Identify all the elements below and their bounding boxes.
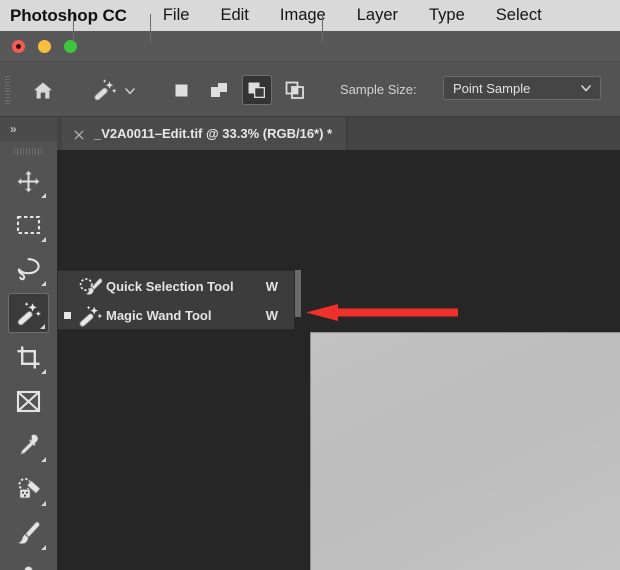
- minimize-button[interactable]: [38, 40, 51, 53]
- flyout-indicator: [40, 324, 45, 329]
- document-tab-bar: _V2A0011–Edit.tif @ 33.3% (RGB/16*) *: [0, 117, 620, 150]
- lasso-icon: [17, 258, 40, 281]
- tool-rail-grip[interactable]: [14, 148, 44, 155]
- sample-size-select[interactable]: Point Sample: [443, 76, 601, 100]
- sample-size-label: Sample Size:: [340, 82, 417, 97]
- app-name-menu[interactable]: Photoshop CC: [10, 6, 127, 26]
- document-tab[interactable]: _V2A0011–Edit.tif @ 33.3% (RGB/16*) *: [62, 117, 348, 150]
- canvas-image[interactable]: [310, 332, 620, 570]
- chevron-down-icon: [125, 88, 135, 95]
- menu-item-shortcut: W: [265, 279, 278, 294]
- zoom-button[interactable]: [64, 40, 77, 53]
- menu-item-image[interactable]: Image: [280, 6, 326, 25]
- sidebar-item-magic-wand-tool[interactable]: [8, 293, 49, 333]
- title-bar: [0, 31, 620, 62]
- move-icon: [16, 169, 41, 193]
- tool-rail: »: [0, 117, 57, 570]
- sidebar-item-move-tool[interactable]: [8, 161, 49, 201]
- menu-item-label: Magic Wand Tool: [106, 308, 212, 323]
- eyedropper-icon: [20, 433, 39, 455]
- tool-preset-chevron[interactable]: [124, 84, 136, 96]
- document-tab-title: _V2A0011–Edit.tif @ 33.3% (RGB/16*) *: [94, 126, 333, 141]
- intersect-with-selection-icon: [285, 81, 304, 99]
- home-icon: [34, 82, 52, 98]
- menu-item-magic-wand-tool[interactable]: Magic Wand Tool W: [58, 301, 294, 330]
- crop-icon: [17, 346, 40, 368]
- chevron-down-icon: [579, 81, 593, 95]
- sidebar-item-brush-tool[interactable]: [8, 513, 49, 553]
- clone-stamp-icon: [24, 565, 33, 570]
- quick-selection-icon: [76, 276, 106, 298]
- menu-item-select[interactable]: Select: [496, 6, 542, 25]
- selection-mode-new[interactable]: [166, 75, 196, 105]
- tool-rail-collapse[interactable]: »: [0, 117, 57, 141]
- flyout-indicator: [41, 501, 46, 506]
- selection-mode-add[interactable]: [204, 75, 234, 105]
- selection-mode-subtract[interactable]: [242, 75, 272, 105]
- tool-flyout-menu: Quick Selection Tool W Magic Wand Tool W: [57, 270, 295, 330]
- home-button[interactable]: [28, 76, 58, 104]
- close-icon[interactable]: [73, 128, 85, 140]
- menu-item-label: Quick Selection Tool: [106, 279, 234, 294]
- flyout-indicator: [41, 457, 46, 462]
- menu-item-file[interactable]: File: [163, 6, 190, 25]
- brush-icon: [17, 521, 40, 544]
- sidebar-item-frame-tool[interactable]: [8, 381, 49, 421]
- subtract-from-selection-icon: [248, 82, 265, 98]
- flyout-indicator: [41, 193, 46, 198]
- photoshop-window: Photoshop CC File Edit Image Layer Type …: [0, 0, 620, 570]
- magic-wand-icon: [17, 301, 41, 325]
- flyout-indicator: [41, 237, 46, 242]
- flyout-indicator: [41, 369, 46, 374]
- new-selection-icon: [175, 84, 187, 96]
- magic-wand-icon: [76, 305, 106, 327]
- sample-size-value: Point Sample: [453, 80, 531, 96]
- selected-marker: [58, 312, 76, 319]
- close-button[interactable]: [12, 40, 25, 53]
- menu-bar: Photoshop CC File Edit Image Layer Type …: [0, 0, 620, 31]
- flyout-indicator: [41, 281, 46, 286]
- sidebar-item-clone-stamp-tool[interactable]: [8, 557, 49, 570]
- flyout-indicator: [41, 545, 46, 550]
- annotation-arrow: [300, 303, 460, 325]
- tool-preset-button[interactable]: [88, 76, 122, 104]
- selection-mode-intersect[interactable]: [280, 75, 310, 105]
- sidebar-item-lasso-tool[interactable]: [8, 249, 49, 289]
- menu-item-quick-selection-tool[interactable]: Quick Selection Tool W: [58, 272, 294, 301]
- menu-item-edit[interactable]: Edit: [220, 6, 248, 25]
- menu-item-type[interactable]: Type: [429, 6, 465, 25]
- add-to-selection-icon: [211, 82, 227, 97]
- menu-item-layer[interactable]: Layer: [357, 6, 398, 25]
- sidebar-item-eyedropper-tool[interactable]: [8, 425, 49, 465]
- sidebar-item-crop-tool[interactable]: [8, 337, 49, 377]
- sidebar-item-rectangular-marquee-tool[interactable]: [8, 205, 49, 245]
- frame-icon: [16, 390, 41, 412]
- healing-brush-icon: [17, 477, 40, 498]
- sidebar-item-spot-healing-brush-tool[interactable]: [8, 469, 49, 509]
- menu-item-shortcut: W: [265, 308, 278, 323]
- red-arrow-icon: [306, 304, 458, 321]
- options-bar-grip[interactable]: [5, 76, 10, 104]
- magic-wand-icon: [94, 79, 117, 101]
- marquee-icon: [16, 215, 41, 235]
